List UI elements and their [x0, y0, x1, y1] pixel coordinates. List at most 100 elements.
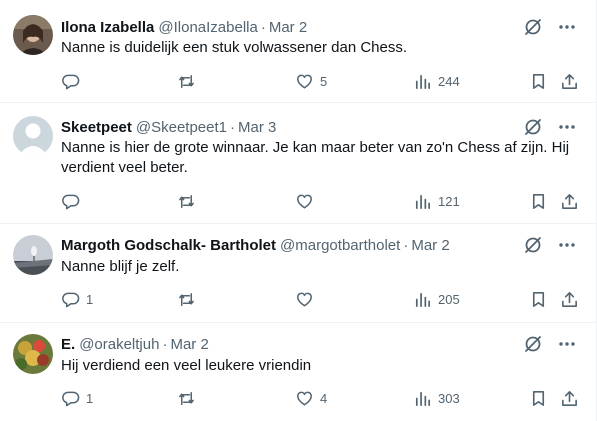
- tweet-actions: 121: [0, 189, 597, 213]
- tweet-actions: 5 244: [0, 69, 597, 93]
- tweet-date[interactable]: Mar 2: [269, 19, 307, 36]
- tweet-actions: 1 205: [0, 287, 597, 311]
- views-count: 244: [438, 73, 460, 89]
- tweet[interactable]: Skeetpeet @Skeetpeet1 · Mar 3 Nanne is h…: [0, 103, 597, 224]
- user-handle[interactable]: @IlonaIzabella: [158, 19, 257, 36]
- share-button[interactable]: [560, 386, 579, 410]
- tweet[interactable]: E. @orakeltjuh · Mar 2 Hij verdiend een …: [0, 323, 597, 421]
- reply-button[interactable]: 1: [61, 287, 93, 311]
- tweet-header: E. @orakeltjuh · Mar 2: [61, 334, 527, 354]
- reply-button[interactable]: [61, 69, 86, 93]
- grok-slash-circle-icon[interactable]: [523, 334, 543, 354]
- avatar[interactable]: [13, 15, 53, 55]
- retweet-button[interactable]: [177, 386, 202, 410]
- share-upload-icon: [562, 390, 577, 406]
- share-upload-icon: [562, 291, 577, 307]
- reply-button[interactable]: [61, 189, 86, 213]
- display-name[interactable]: Skeetpeet: [61, 119, 132, 136]
- like-button[interactable]: 4: [295, 386, 327, 410]
- more-dots-icon[interactable]: [557, 334, 577, 354]
- separator-dot: ·: [403, 236, 409, 254]
- retweet-button[interactable]: [177, 287, 202, 311]
- retweet-button[interactable]: [177, 69, 202, 93]
- views-bar-chart-icon: [415, 194, 431, 209]
- heart-icon: [297, 391, 312, 405]
- grok-slash-circle-icon[interactable]: [523, 17, 543, 37]
- views-button[interactable]: 244: [413, 69, 460, 93]
- tweet-text: Hij verdiend een veel leukere vriendin: [61, 357, 312, 374]
- display-name[interactable]: Ilona Izabella: [61, 19, 154, 36]
- views-count: 205: [438, 291, 460, 307]
- tweet-top-actions: [523, 17, 577, 37]
- share-button[interactable]: [560, 287, 579, 311]
- tweet-header: Margoth Godschalk- Bartholet @margotbart…: [61, 235, 527, 255]
- bookmark-button[interactable]: [529, 189, 548, 213]
- share-upload-icon: [562, 193, 577, 209]
- bookmark-button[interactable]: [529, 386, 548, 410]
- retweet-arrows-icon: [179, 391, 194, 405]
- avatar[interactable]: [13, 235, 53, 275]
- reply-bubble-icon: [62, 292, 80, 307]
- display-name[interactable]: E.: [61, 336, 75, 353]
- user-handle[interactable]: @margotbartholet: [280, 237, 400, 254]
- bookmark-icon: [532, 193, 545, 209]
- share-upload-icon: [562, 73, 577, 89]
- grok-slash-circle-icon[interactable]: [523, 235, 543, 255]
- tweet-header: Skeetpeet @Skeetpeet1 · Mar 3: [61, 117, 527, 137]
- separator-dot: ·: [260, 18, 266, 36]
- views-count: 303: [438, 390, 460, 406]
- retweet-arrows-icon: [179, 292, 194, 306]
- reply-button[interactable]: 1: [61, 386, 93, 410]
- reply-count: 1: [86, 291, 94, 307]
- reply-feed: Ilona Izabella @IlonaIzabella · Mar 2 Na…: [0, 0, 597, 421]
- tweet-date[interactable]: Mar 2: [170, 336, 208, 353]
- heart-icon: [297, 194, 312, 208]
- avatar[interactable]: [13, 334, 53, 374]
- tweet-text: Nanne blijf je zelf.: [61, 258, 180, 275]
- tweet-date[interactable]: Mar 3: [238, 119, 276, 136]
- retweet-arrows-icon: [179, 194, 194, 208]
- tweet-text: Nanne is hier de grote winnaar. Je kan m…: [61, 139, 570, 176]
- like-button[interactable]: 5: [295, 69, 327, 93]
- avatar[interactable]: [13, 116, 53, 156]
- tweet-top-actions: [523, 334, 577, 354]
- user-handle[interactable]: @orakeltjuh: [79, 336, 159, 353]
- tweet-top-actions: [523, 117, 577, 137]
- tweet-date[interactable]: Mar 2: [411, 237, 449, 254]
- reply-count: 1: [86, 390, 94, 406]
- views-button[interactable]: 205: [413, 287, 460, 311]
- tweet[interactable]: Margoth Godschalk- Bartholet @margotbart…: [0, 224, 597, 323]
- bookmark-icon: [532, 73, 545, 89]
- views-bar-chart-icon: [415, 74, 431, 89]
- tweet-text: Nanne is duidelijk een stuk volwassener …: [61, 39, 408, 56]
- retweet-button[interactable]: [177, 189, 202, 213]
- display-name[interactable]: Margoth Godschalk- Bartholet: [61, 237, 276, 254]
- heart-icon: [297, 74, 312, 88]
- grok-slash-circle-icon[interactable]: [523, 117, 543, 137]
- more-dots-icon[interactable]: [557, 17, 577, 37]
- views-bar-chart-icon: [415, 391, 431, 406]
- share-button[interactable]: [560, 69, 579, 93]
- separator-dot: ·: [162, 335, 168, 353]
- tweet[interactable]: Ilona Izabella @IlonaIzabella · Mar 2 Na…: [0, 0, 597, 103]
- like-button[interactable]: [295, 287, 320, 311]
- bookmark-icon: [532, 291, 545, 307]
- views-count: 121: [438, 193, 460, 209]
- share-button[interactable]: [560, 189, 579, 213]
- reply-bubble-icon: [62, 74, 80, 89]
- bookmark-button[interactable]: [529, 287, 548, 311]
- like-button[interactable]: [295, 189, 320, 213]
- more-dots-icon[interactable]: [557, 117, 577, 137]
- more-dots-icon[interactable]: [557, 235, 577, 255]
- views-button[interactable]: 121: [413, 189, 460, 213]
- views-button[interactable]: 303: [413, 386, 460, 410]
- reply-bubble-icon: [62, 391, 80, 406]
- tweet-top-actions: [523, 235, 577, 255]
- user-handle[interactable]: @Skeetpeet1: [136, 119, 227, 136]
- views-bar-chart-icon: [415, 292, 431, 307]
- bookmark-icon: [532, 390, 545, 406]
- retweet-arrows-icon: [179, 74, 194, 88]
- like-count: 5: [320, 73, 328, 89]
- bookmark-button[interactable]: [529, 69, 548, 93]
- tweet-actions: 1 4 303: [0, 386, 597, 410]
